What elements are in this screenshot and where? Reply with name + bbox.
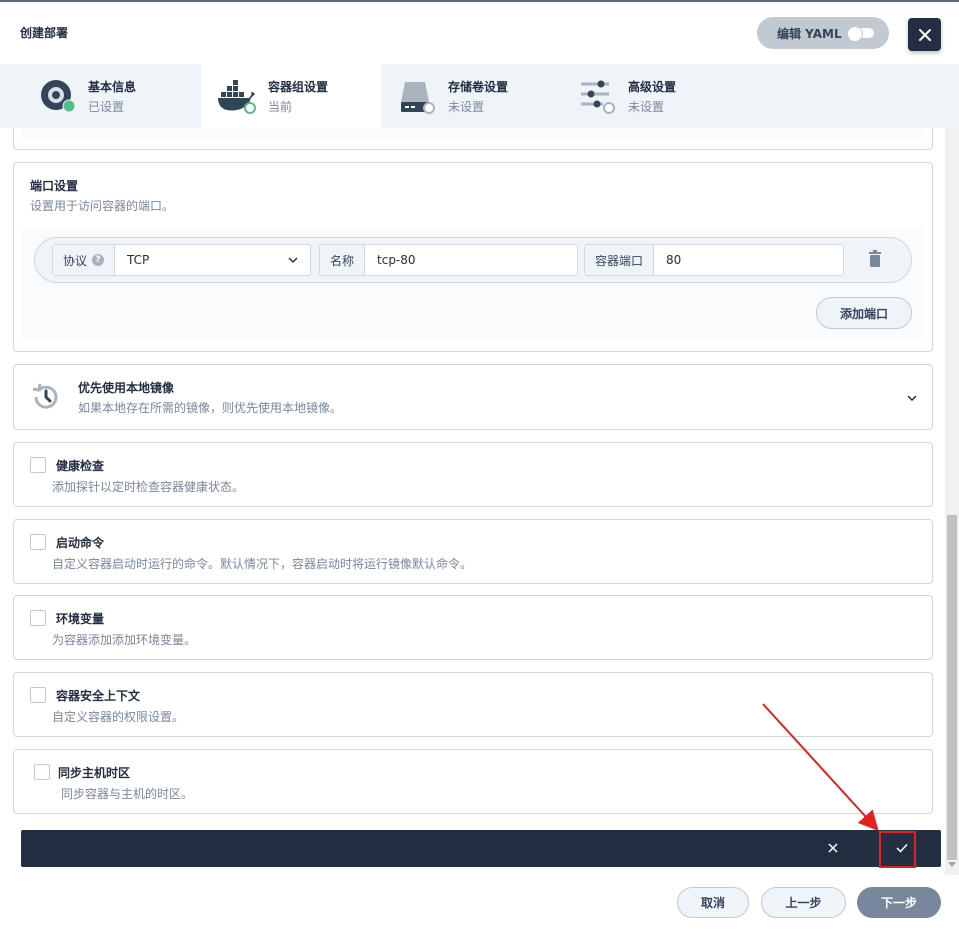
step-tabs: 基本信息 已设置 容器组设置 当前 存储卷设置 未设置 高级设置 未设置 [0, 64, 959, 128]
close-icon [918, 28, 931, 41]
step-label: 基本信息 [88, 80, 137, 94]
security-context-option: 容器安全上下文 自定义容器的权限设置。 [13, 672, 933, 737]
form-content: 端口设置 设置用于访问容器的端口。 协议 ? TCP 名称 tcp-80 容器端… [0, 128, 945, 875]
start-command-option: 启动命令 自定义容器启动时运行的命令。默认情况下，容器启动时将运行镜像默认命令。 [13, 519, 933, 584]
env-vars-option: 环境变量 为容器添加添加环境变量。 [13, 595, 933, 660]
port-name-label: 名称 [320, 245, 366, 275]
protocol-label: 协议 [63, 253, 88, 268]
port-settings-desc: 设置用于访问容器的端口。 [30, 199, 175, 213]
option-title: 启动命令 [56, 536, 105, 550]
step-pod-settings[interactable]: 容器组设置 当前 [201, 64, 381, 128]
protocol-select[interactable]: 协议 ? TCP [52, 244, 311, 276]
start-command-checkbox[interactable] [30, 534, 46, 550]
cancel-button[interactable]: 取消 [677, 887, 749, 918]
scrollbar[interactable] [945, 128, 959, 875]
previous-button[interactable]: 上一步 [761, 887, 846, 918]
option-title: 容器安全上下文 [56, 689, 141, 703]
edit-yaml-toggle[interactable]: 编辑 YAML [757, 17, 889, 49]
port-name-input[interactable]: tcp-80 [365, 253, 577, 267]
option-desc: 为容器添加添加环境变量。 [52, 633, 197, 647]
health-check-checkbox[interactable] [30, 457, 46, 473]
scrollbar-thumb[interactable] [947, 515, 957, 860]
image-pull-policy-section[interactable]: 优先使用本地镜像 如果本地存在所需的镜像，则优先使用本地镜像。 [13, 364, 933, 430]
sliders-icon [581, 80, 615, 114]
env-vars-checkbox[interactable] [30, 610, 46, 626]
toggle-switch-icon [846, 26, 874, 42]
basic-info-icon [41, 80, 76, 113]
image-pref-desc: 如果本地存在所需的镜像，则优先使用本地镜像。 [78, 401, 343, 415]
sync-timezone-option: 同步主机时区 同步容器与主机的时区。 [13, 749, 933, 814]
highlight-box [879, 831, 916, 868]
image-pref-title: 优先使用本地镜像 [78, 381, 175, 395]
step-label: 存储卷设置 [448, 80, 509, 94]
chevron-down-icon [907, 395, 917, 402]
option-title: 同步主机时区 [58, 766, 131, 780]
port-settings-section: 端口设置 设置用于访问容器的端口。 协议 ? TCP 名称 tcp-80 容器端… [13, 162, 933, 352]
sync-timezone-checkbox[interactable] [34, 764, 50, 780]
history-clock-icon [32, 383, 58, 409]
previous-section [13, 128, 933, 150]
step-label: 容器组设置 [268, 80, 329, 94]
step-status: 已设置 [88, 100, 125, 114]
close-button[interactable] [908, 18, 941, 51]
health-check-option: 健康检查 添加探针以定时检查容器健康状态。 [13, 442, 933, 507]
help-icon[interactable]: ? [92, 254, 105, 266]
confirm-bar [21, 830, 941, 867]
step-advanced-settings[interactable]: 高级设置 未设置 [561, 64, 741, 128]
container-port-input[interactable]: 80 [654, 253, 843, 267]
trash-icon[interactable] [867, 250, 883, 268]
step-label: 高级设置 [628, 80, 677, 94]
option-title: 环境变量 [56, 612, 105, 626]
security-context-checkbox[interactable] [30, 687, 46, 703]
option-desc: 添加探针以定时检查容器健康状态。 [52, 480, 245, 494]
container-port-field[interactable]: 容器端口 80 [584, 244, 844, 276]
option-desc: 自定义容器启动时运行的命令。默认情况下，容器启动时将运行镜像默认命令。 [52, 557, 473, 571]
step-basic-info[interactable]: 基本信息 已设置 [0, 64, 180, 128]
option-desc: 自定义容器的权限设置。 [52, 710, 185, 724]
docker-icon [218, 80, 256, 114]
port-name-field[interactable]: 名称 tcp-80 [319, 244, 578, 276]
step-status: 未设置 [628, 100, 665, 114]
storage-icon [401, 82, 435, 114]
modal-footer: 取消 上一步 下一步 [0, 875, 959, 929]
option-title: 健康检查 [56, 459, 105, 473]
port-settings-title: 端口设置 [30, 179, 79, 193]
cancel-icon[interactable] [827, 842, 839, 854]
modal-title: 创建部署 [20, 26, 69, 40]
next-button[interactable]: 下一步 [857, 887, 941, 918]
option-desc: 同步容器与主机的时区。 [61, 787, 194, 801]
step-status: 未设置 [448, 100, 485, 114]
chevron-down-icon [288, 257, 298, 264]
modal-header: 创建部署 编辑 YAML [0, 2, 959, 64]
step-volume-settings[interactable]: 存储卷设置 未设置 [381, 64, 561, 128]
container-port-label: 容器端口 [585, 245, 655, 275]
protocol-value: TCP [127, 253, 150, 267]
scroll-down-icon[interactable] [948, 862, 956, 867]
step-status: 当前 [268, 100, 293, 114]
add-port-button[interactable]: 添加端口 [816, 297, 912, 329]
port-row: 协议 ? TCP 名称 tcp-80 容器端口 80 [34, 237, 912, 283]
edit-yaml-label: 编辑 YAML [777, 26, 842, 41]
